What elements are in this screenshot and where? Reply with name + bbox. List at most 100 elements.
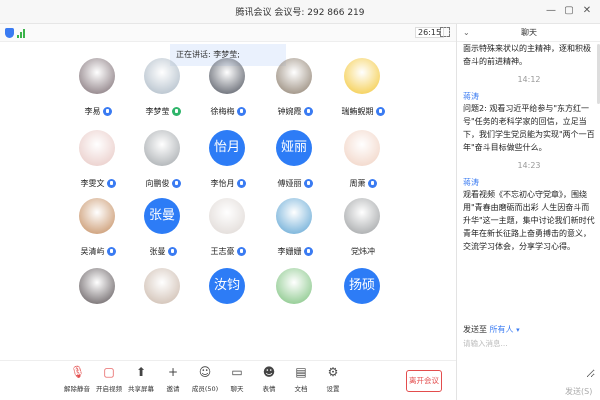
avatar bbox=[79, 268, 115, 304]
chat-sender[interactable]: 蒋涛 bbox=[463, 91, 595, 102]
mic-icon bbox=[236, 179, 246, 188]
avatar bbox=[79, 58, 115, 94]
participant-tile[interactable]: 吴清屿 bbox=[65, 192, 131, 268]
close-icon[interactable]: ✕ bbox=[580, 4, 594, 18]
toolbar-label: 设置 bbox=[326, 385, 340, 393]
participant-name-row: 张曼 bbox=[130, 246, 196, 257]
participant-tile[interactable]: 徐梅梅 bbox=[195, 52, 261, 128]
chat-sender[interactable]: 蒋涛 bbox=[463, 177, 595, 188]
avatar bbox=[79, 198, 115, 234]
toolbar-button-camera-off[interactable]: ▢ 开启视频 bbox=[92, 365, 126, 399]
avatar bbox=[144, 130, 180, 166]
participant-name-row: 周萧 bbox=[330, 178, 396, 189]
invite-icon: + bbox=[167, 365, 179, 379]
avatar bbox=[144, 58, 180, 94]
collapse-icon[interactable]: ⌄ bbox=[463, 24, 470, 42]
chat-timestamp: 14:12 bbox=[517, 75, 541, 84]
participant-tile[interactable]: 娅丽 傅娅丽 bbox=[262, 124, 328, 200]
toolbar-label: 共享屏幕 bbox=[128, 385, 154, 393]
chat-panel: ⌄ 聊天 面示特殊来状以的主精神，逐和积极奋斗的前进精神。 14:12 蒋涛 问… bbox=[456, 24, 600, 400]
chat-input[interactable] bbox=[463, 338, 595, 378]
toolbar-button-mic-off[interactable]: 🎙 解除静音 bbox=[60, 365, 94, 399]
participant-tile[interactable]: 向鹏俊 bbox=[130, 124, 196, 200]
mic-off-icon: 🎙 bbox=[70, 365, 86, 379]
participant-tile[interactable]: 王志豪 bbox=[195, 192, 261, 268]
mic-icon bbox=[171, 107, 181, 116]
emoji-icon: ☻ bbox=[262, 365, 276, 379]
chat-title: 聊天 bbox=[521, 28, 537, 37]
toolbar-button-document[interactable]: ▤ 文档 bbox=[284, 365, 318, 399]
send-button[interactable]: 发送(S) bbox=[565, 386, 592, 397]
participant-tile[interactable]: 李易 bbox=[65, 52, 131, 128]
participant-tile[interactable]: 汝钧 bbox=[195, 262, 261, 338]
chat-icon: ▭ bbox=[231, 365, 243, 379]
chevron-down-icon[interactable]: ▾ bbox=[516, 326, 520, 334]
mic-icon bbox=[303, 247, 313, 256]
send-to-row: 发送至 所有人 ▾ bbox=[463, 324, 520, 335]
fullscreen-icon[interactable] bbox=[440, 27, 450, 37]
toolbar-button-settings[interactable]: ⚙ 设置 bbox=[316, 365, 350, 399]
participant-name-row: 李怡月 bbox=[195, 178, 261, 189]
signal-icon[interactable] bbox=[17, 28, 27, 38]
mic-icon bbox=[303, 107, 313, 116]
participant-name: 李雯文 bbox=[80, 179, 105, 188]
toolbar-label: 开启视频 bbox=[96, 385, 122, 393]
participant-tile[interactable]: 党炜冲 bbox=[330, 192, 396, 268]
camera-off-icon: ▢ bbox=[103, 365, 115, 379]
participant-tile[interactable]: 李梦莹 bbox=[130, 52, 196, 128]
toolbar-button-share-screen[interactable]: ⬆ 共享屏幕 bbox=[124, 365, 158, 399]
participant-tile[interactable]: 周萧 bbox=[330, 124, 396, 200]
participant-tile[interactable] bbox=[130, 262, 196, 338]
participant-name: 徐梅梅 bbox=[210, 107, 235, 116]
participant-name: 向鹏俊 bbox=[145, 179, 170, 188]
toolbar-label: 聊天 bbox=[230, 385, 244, 393]
participant-name: 李易 bbox=[84, 107, 101, 116]
participant-tile[interactable]: 钟婉霞 bbox=[262, 52, 328, 128]
participant-name: 钟婉霞 bbox=[277, 107, 302, 116]
chat-message: 观看视频《不忘初心守党章》，围绕用"青春由磨砺而出彩 人生因奋斗而升华"这一主题… bbox=[463, 190, 595, 251]
share-screen-icon: ⬆ bbox=[135, 365, 147, 379]
minimize-icon[interactable]: — bbox=[544, 4, 558, 18]
participant-tile[interactable] bbox=[262, 262, 328, 338]
participant-tile[interactable] bbox=[65, 262, 131, 338]
participant-tile[interactable]: 扬硕 bbox=[330, 262, 396, 338]
send-to-target[interactable]: 所有人 bbox=[490, 325, 514, 334]
toolbar-button-members[interactable]: ☺ 成员(50) bbox=[188, 365, 222, 399]
participant-tile[interactable]: 瑞鲔鲵期 bbox=[330, 52, 396, 128]
window-title: 腾讯会议 会议号: 292 866 219 bbox=[235, 8, 365, 18]
participant-tile[interactable]: 李雯文 bbox=[65, 124, 131, 200]
participant-name: 王志豪 bbox=[210, 247, 235, 256]
participant-tile[interactable]: 怡月 李怡月 bbox=[195, 124, 261, 200]
avatar bbox=[209, 58, 245, 94]
maximize-icon[interactable]: ▢ bbox=[562, 4, 576, 18]
mic-icon bbox=[236, 107, 246, 116]
participant-tile[interactable]: 张曼 张曼 bbox=[130, 192, 196, 268]
send-to-label: 发送至 bbox=[463, 325, 487, 334]
avatar bbox=[276, 198, 312, 234]
leave-meeting-button[interactable]: 离开会议 bbox=[406, 370, 442, 392]
toolbar-button-chat[interactable]: ▭ 聊天 bbox=[220, 365, 254, 399]
mic-icon bbox=[167, 247, 177, 256]
chat-header: ⌄ 聊天 bbox=[457, 24, 600, 42]
document-icon: ▤ bbox=[295, 365, 307, 379]
avatar bbox=[144, 268, 180, 304]
title-bar: 腾讯会议 会议号: 292 866 219 — ▢ ✕ bbox=[0, 0, 600, 24]
shield-icon[interactable] bbox=[5, 28, 14, 38]
avatar bbox=[344, 58, 380, 94]
mic-icon bbox=[102, 107, 112, 116]
participant-name: 李姗姗 bbox=[277, 247, 302, 256]
avatar: 怡月 bbox=[209, 130, 245, 166]
participant-tile[interactable]: 李姗姗 bbox=[262, 192, 328, 268]
participant-name-row: 徐梅梅 bbox=[195, 106, 261, 117]
participant-name: 瑞鲔鲵期 bbox=[341, 107, 374, 116]
chat-timestamp: 14:23 bbox=[517, 161, 541, 170]
participant-name-row: 瑞鲔鲵期 bbox=[330, 106, 396, 117]
avatar: 汝钧 bbox=[209, 268, 245, 304]
toolbar-label: 表情 bbox=[262, 385, 276, 393]
avatar: 娅丽 bbox=[276, 130, 312, 166]
participant-name-row: 李姗姗 bbox=[262, 246, 328, 257]
participant-name-row: 向鹏俊 bbox=[130, 178, 196, 189]
toolbar-button-emoji[interactable]: ☻ 表情 bbox=[252, 365, 286, 399]
toolbar-button-invite[interactable]: + 邀请 bbox=[156, 365, 190, 399]
chat-message: 问题2: 观看习近平给参与"东方红一号"任务的老科学家的回信，立足当下，我们学生… bbox=[463, 104, 595, 152]
